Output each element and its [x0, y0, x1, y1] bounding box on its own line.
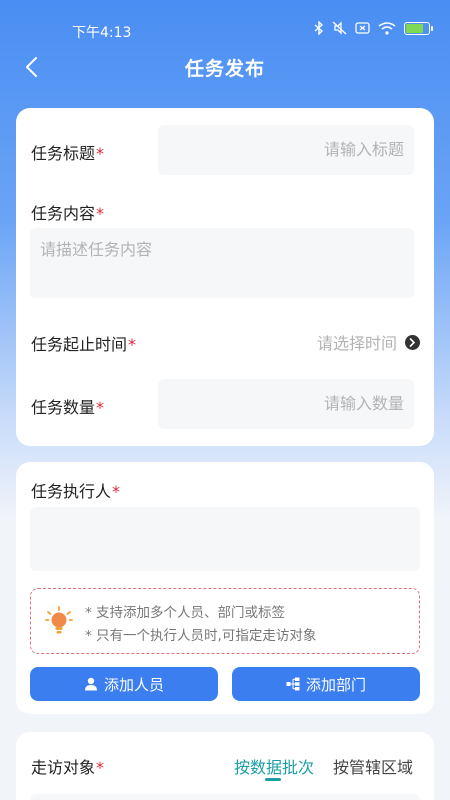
required-mark: *	[96, 758, 105, 777]
required-mark: *	[96, 398, 105, 417]
task-content-input[interactable]: 请描述任务内容	[30, 228, 414, 298]
visit-target-input[interactable]	[30, 794, 420, 800]
status-time: 下午4:13	[72, 25, 132, 41]
executor-card: 任务执行人* * 支持添加多个人员、部门或标签 * 只有一个执行人员时,可指定走…	[16, 462, 434, 714]
task-form-card: 任务标题* 请输入标题 任务内容* 请描述任务内容 任务起止时间* 请选择时间 …	[16, 108, 434, 446]
org-tree-icon	[286, 677, 300, 691]
battery-icon	[404, 21, 433, 35]
visit-target-card: 走访对象* 按数据批次 按管辖区域	[16, 732, 434, 800]
tip-line: * 支持添加多个人员、部门或标签	[85, 605, 286, 621]
status-bar: 下午4:13	[0, 0, 450, 48]
executor-tip-box: * 支持添加多个人员、部门或标签 * 只有一个执行人员时,可指定走访对象	[30, 588, 420, 654]
active-tab-indicator	[265, 778, 281, 781]
page-title: 任务发布	[184, 58, 265, 80]
required-mark: *	[96, 144, 105, 163]
chevron-right-circle-icon	[405, 334, 420, 350]
lightbulb-icon	[45, 606, 73, 640]
executor-input[interactable]	[30, 507, 420, 571]
person-icon	[84, 677, 97, 691]
tab-by-jurisdiction[interactable]: 按管辖区域	[333, 754, 413, 778]
task-quantity-label: 任务数量*	[31, 398, 105, 417]
wifi-icon	[378, 21, 396, 35]
task-title-input[interactable]: 请输入标题	[158, 125, 414, 175]
task-time-label: 任务起止时间*	[31, 335, 137, 354]
sim-card-icon	[355, 22, 370, 34]
required-mark: *	[96, 204, 105, 223]
nav-bar: 任务发布	[0, 48, 450, 88]
tab-by-data-batch[interactable]: 按数据批次	[234, 754, 314, 778]
visit-target-label: 走访对象*	[31, 758, 105, 777]
mute-icon	[332, 21, 347, 35]
task-quantity-input[interactable]: 请输入数量	[158, 379, 414, 429]
required-mark: *	[128, 335, 137, 354]
required-mark: *	[112, 482, 121, 501]
tip-line: * 只有一个执行人员时,可指定走访对象	[85, 628, 317, 644]
executor-label: 任务执行人*	[31, 482, 121, 501]
task-content-label: 任务内容*	[31, 204, 105, 223]
bluetooth-icon	[314, 21, 324, 35]
add-person-button[interactable]: 添加人员	[30, 667, 218, 701]
add-department-button[interactable]: 添加部门	[232, 667, 420, 701]
status-icons	[314, 21, 433, 35]
task-time-picker[interactable]: 请选择时间	[317, 330, 420, 354]
task-title-label: 任务标题*	[31, 144, 105, 163]
